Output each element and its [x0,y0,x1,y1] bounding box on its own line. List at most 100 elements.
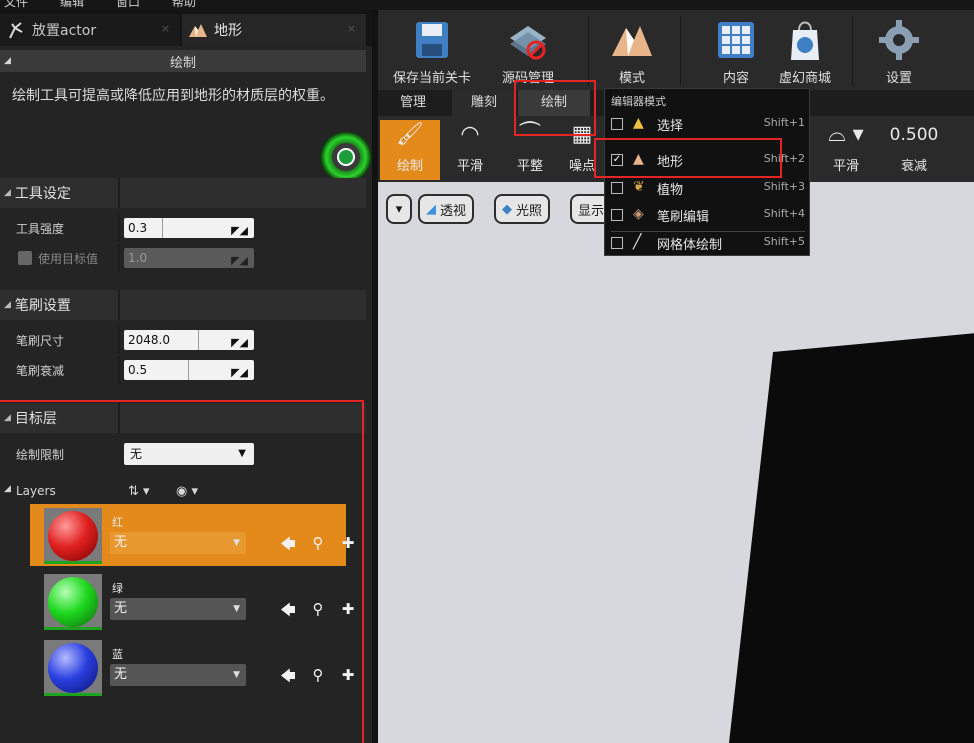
tool-smooth[interactable]: ◠ 平滑 [440,120,500,180]
falloff-value-field[interactable]: 0.500 衰减 [882,120,946,180]
mode-label: 植物 [657,183,684,198]
level-viewport[interactable]: ▾ ◢ 透视 ◆ 光照 显示 [378,182,974,743]
mode-checkbox[interactable] [611,118,623,130]
falloff-shape-label: 平滑 [832,159,859,174]
perspective-label: 透视 [440,203,467,219]
tab-place-actor[interactable]: 放置actor × [0,14,180,46]
gear-icon [879,20,919,60]
foliage-icon: ❦ [633,179,645,195]
source-control-button[interactable]: 源码管理 [486,14,570,90]
highlight-box-landscape-mode [594,138,782,178]
save-level-label: 保存当前关卡 [392,71,471,86]
settings-label: 设置 [885,71,912,86]
mode-shortcut: Shift+3 [763,180,805,193]
menu-file[interactable]: 文件 [4,0,28,10]
perspective-button[interactable]: ◢ 透视 [418,194,475,224]
panel-tabs: 放置actor × 地形 × [0,10,372,46]
tool-paint[interactable]: 🖌 绘制 [380,120,440,180]
marketplace-label: 虚幻商城 [778,71,831,86]
menu-help[interactable]: 帮助 [172,0,196,10]
mode-brush-edit[interactable]: ◈ 笔刷编辑 Shift+4 [605,202,811,228]
brush-falloff-row: 笔刷衰减 0.5 ◤◢ [0,356,366,384]
falloff-smooth-icon: ⌓ ▾ [828,122,864,147]
checkmark-icon [337,148,355,166]
perspective-icon: ◢ [426,201,436,217]
tab-place-actor-label: 放置actor [32,23,97,39]
tool-settings-title: 工具设定 [14,186,71,202]
mode-shortcut: Shift+5 [763,235,805,248]
tab-manage[interactable]: 管理 [384,90,442,116]
falloff-label: 衰减 [900,159,927,174]
mode-mesh-paint[interactable]: ╱ 网格体绘制 Shift+5 [605,230,811,256]
mode-checkbox[interactable] [611,182,623,194]
brush-size-label: 笔刷尺寸 [16,333,65,348]
scene-object [728,332,974,743]
modes-button[interactable]: 模式 [596,14,668,90]
use-target-row: 使用目标值 1.0 ◤◢ [0,244,366,272]
place-actor-icon [9,22,23,39]
marketplace-button[interactable]: 虚幻商城 [770,14,840,90]
brush-size-row: 笔刷尺寸 2048.0 ◤◢ [0,326,366,354]
mode-checkbox[interactable] [611,209,623,221]
tool-settings-header[interactable]: ◢ 工具设定 [0,178,366,208]
resize-grip-icon: ◤◢ [231,366,248,379]
tab-landscape[interactable]: 地形 × [182,14,366,46]
use-target-label: 使用目标值 [38,251,99,266]
source-control-icon [510,26,546,60]
editor-modes-header: 编辑器模式 [611,95,666,108]
paint-section-title: 绘制 [169,55,196,71]
main-toolbar: 保存当前关卡 源码管理 模式 内容 虚幻商城 设置 [378,10,974,90]
brush-falloff-field[interactable]: 0.5 ◤◢ [124,360,254,380]
target-value: 1.0 [128,251,148,265]
brush-size-value: 2048.0 [128,333,170,347]
tool-flatten-label: 平整 [516,159,543,174]
tool-strength-row: 工具强度 0.3 ◤◢ [0,214,366,242]
collapse-arrow-icon: ◢ [4,188,11,198]
landscape-mode-icon [612,26,652,56]
brush-icon: 🖌 [396,122,424,147]
tool-strength-label: 工具强度 [16,221,65,236]
content-label: 内容 [722,71,749,86]
resize-grip-icon: ◤◢ [231,336,248,349]
use-target-checkbox[interactable] [18,251,32,265]
menu-bar: 文件 编辑 窗口 帮助 [0,0,974,10]
collapse-arrow-icon: ◢ [4,300,11,310]
brush-falloff-label: 笔刷衰减 [16,363,65,378]
tab-landscape-label: 地形 [214,23,242,39]
highlight-box-target-layers [0,400,364,743]
dropdown-arrow-icon: ▾ [395,201,403,217]
close-icon[interactable]: × [161,22,170,35]
resize-grip-icon: ◤◢ [231,224,248,237]
save-icon [416,22,448,58]
brush-settings-header[interactable]: ◢ 笔刷设置 [0,290,366,320]
menu-window[interactable]: 窗口 [116,0,140,10]
modes-label: 模式 [618,71,645,86]
help-button[interactable] [320,132,372,182]
brush-size-field[interactable]: 2048.0 ◤◢ [124,330,254,350]
highlight-box-paint-tab [514,80,596,136]
close-icon[interactable]: × [347,22,356,35]
tool-paint-label: 绘制 [396,159,423,174]
mode-checkbox[interactable] [611,237,623,249]
target-value-field: 1.0 ◤◢ [124,248,254,268]
settings-button[interactable]: 设置 [864,14,934,90]
mode-foliage[interactable]: ❦ 植物 Shift+3 [605,175,811,201]
content-grid-icon [718,22,754,58]
tab-sculpt[interactable]: 雕刻 [452,90,516,116]
marketplace-bag-icon [791,21,819,60]
paint-section-header[interactable]: ◢ 绘制 [0,50,366,72]
viewport-options-button[interactable]: ▾ [386,194,412,224]
cursor-arrow-icon: ▲ [633,115,644,131]
brush-falloff-value: 0.5 [128,363,148,377]
tool-strength-field[interactable]: 0.3 ◤◢ [124,218,254,238]
tool-strength-value: 0.3 [128,221,148,235]
falloff-shape-button[interactable]: ⌓ ▾ 平滑 [816,120,876,180]
lit-button[interactable]: ◆ 光照 [494,194,551,224]
tool-smooth-label: 平滑 [456,159,483,174]
content-button[interactable]: 内容 [698,14,774,90]
mode-select[interactable]: ▲ 选择 Shift+1 [605,111,811,137]
mode-label: 笔刷编辑 [657,210,710,225]
save-level-button[interactable]: 保存当前关卡 [384,14,480,90]
menu-edit[interactable]: 编辑 [60,0,84,10]
lit-cube-icon: ◆ [502,201,512,217]
